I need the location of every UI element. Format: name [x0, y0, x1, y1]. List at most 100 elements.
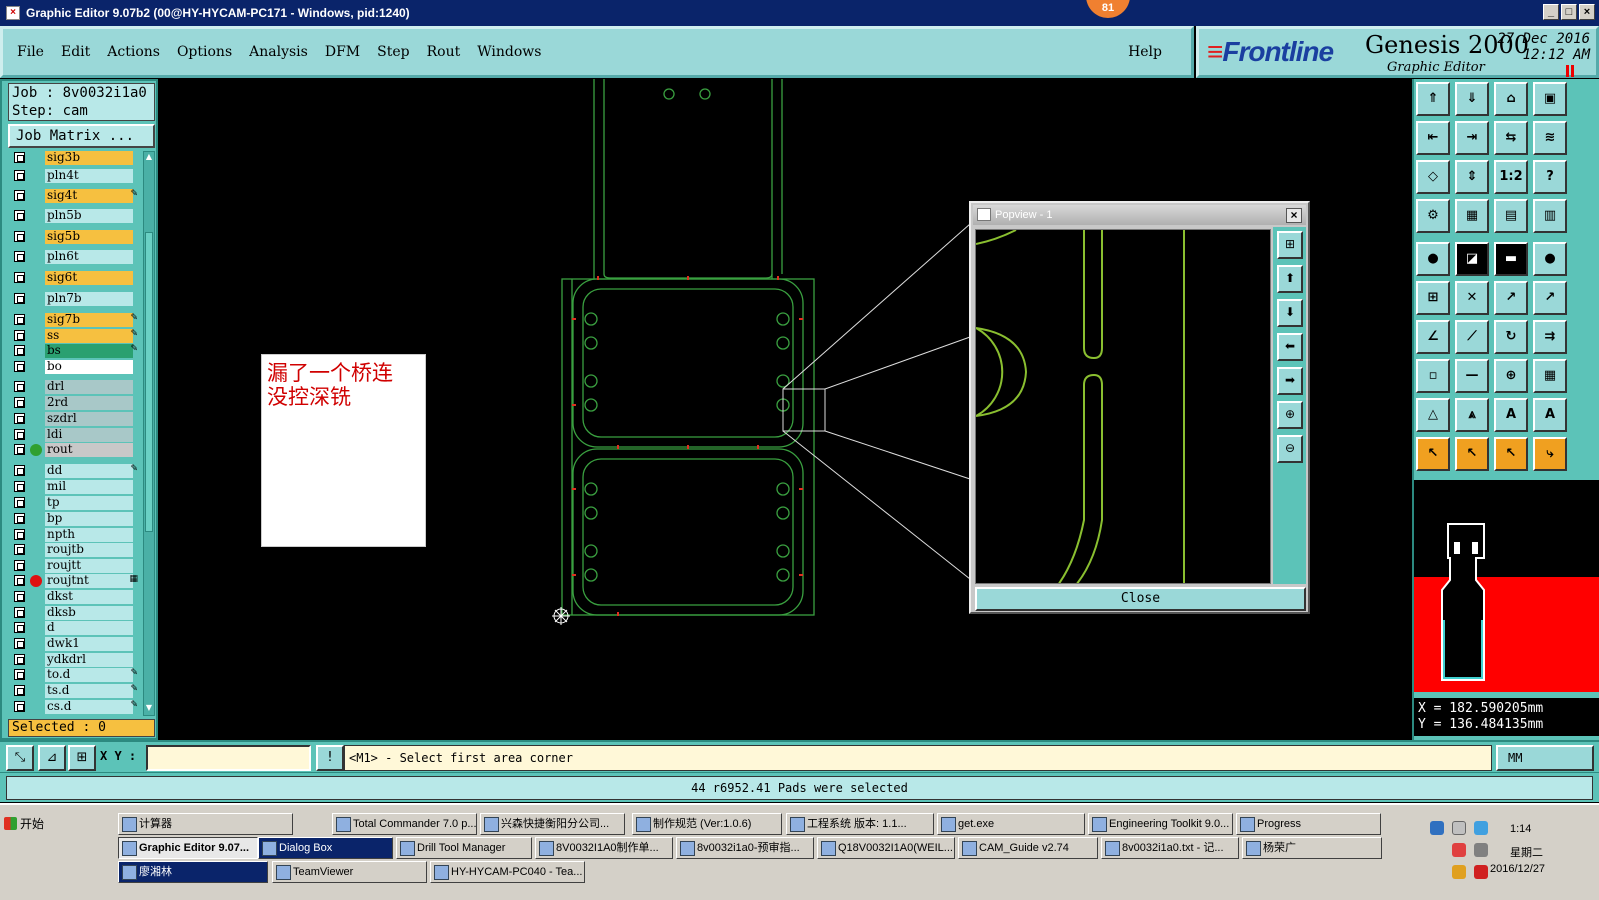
taskbar-button-row2-2[interactable]: Drill Tool Manager [396, 837, 532, 859]
pad-icon[interactable]: ● [1416, 242, 1450, 276]
layer-checkbox[interactable] [14, 314, 25, 325]
layer-row-rout[interactable]: rout [8, 443, 140, 457]
maximize-button[interactable]: □ [1561, 4, 1577, 20]
layer-row-d[interactable]: d [8, 621, 140, 635]
layer-row-2rd[interactable]: 2rd [8, 396, 140, 410]
scroll-up-icon[interactable]: ▲ [144, 152, 154, 164]
layer-row-pln7b[interactable]: pln7b [8, 292, 140, 306]
angle-icon[interactable]: ∠ [1416, 320, 1450, 354]
window-view-icon[interactable]: ▣ [1533, 82, 1567, 116]
layer-name[interactable]: dksb [45, 606, 133, 620]
layer-row-szdrl[interactable]: szdrl [8, 412, 140, 426]
cluster-icon[interactable]: ▦ [1533, 359, 1567, 393]
notification-badge[interactable]: 81 [1086, 0, 1130, 18]
layer-name[interactable]: rout [45, 443, 133, 457]
anchor-icon[interactable]: ⊕ [1494, 359, 1528, 393]
layer-row-bo[interactable]: bo [8, 360, 140, 374]
layer-checkbox[interactable] [14, 465, 25, 476]
grid-toggle-icon[interactable]: ▦ [1455, 199, 1489, 233]
mirror-icon[interactable]: ⇉ [1533, 320, 1567, 354]
tray-window-icon[interactable] [1452, 821, 1466, 835]
layer-name[interactable]: roujtb [45, 543, 133, 557]
layer-row-ts.d[interactable]: ts.d ✎ [8, 684, 140, 698]
menu-help[interactable]: Help [1128, 44, 1162, 60]
layer-name[interactable]: bs [45, 344, 133, 358]
layer-name[interactable]: pln6t [45, 250, 133, 264]
menu-dfm[interactable]: DFM [325, 44, 360, 60]
layer-name[interactable]: dwk1 [45, 637, 133, 651]
layer-row-roujtb[interactable]: roujtb [8, 543, 140, 557]
minimize-button[interactable]: _ [1543, 4, 1559, 20]
taskbar-button-row2-6[interactable]: CAM_Guide v2.74 [958, 837, 1098, 859]
taskbar-button-row1-5[interactable]: get.exe [937, 813, 1085, 835]
tray-volume-icon[interactable] [1474, 843, 1488, 857]
layer-checkbox[interactable] [14, 701, 25, 712]
layer-checkbox[interactable] [14, 513, 25, 524]
layer-row-roujtt[interactable]: roujtt [8, 559, 140, 573]
layer-checkbox[interactable] [14, 413, 25, 424]
dot-icon[interactable]: ● [1533, 242, 1567, 276]
layer-name[interactable]: drl [45, 380, 133, 394]
layer-checkbox[interactable] [14, 231, 25, 242]
menu-rout[interactable]: Rout [427, 44, 461, 60]
taskbar-button-row2-1[interactable]: Dialog Box [258, 837, 393, 859]
layer-checkbox[interactable] [14, 251, 25, 262]
layer-checkbox[interactable] [14, 210, 25, 221]
layer-checkbox[interactable] [14, 560, 25, 571]
layer-name[interactable]: ss [45, 329, 133, 343]
layer-name[interactable]: dd [45, 464, 133, 478]
layer-checkbox[interactable] [14, 497, 25, 508]
route-icon[interactable]: ⤷ [1533, 437, 1567, 471]
taskbar-button-row2-3[interactable]: 8V0032I1A0制作单... [535, 837, 673, 859]
taskbar-button-row1-1[interactable]: Total Commander 7.0 p... [332, 813, 477, 835]
layer-row-to.d[interactable]: to.d ✎ [8, 668, 140, 682]
taskbar-button-row2-4[interactable]: 8v0032i1a0-预审指... [676, 837, 814, 859]
layer-row-sig4t[interactable]: sig4t ✎ [8, 189, 140, 203]
connect-icon[interactable]: ⊞ [1416, 281, 1450, 315]
taskbar-button-row1-0[interactable]: 计算器 [118, 813, 293, 835]
layer-checkbox[interactable] [14, 544, 25, 555]
text-a-icon[interactable]: A [1494, 398, 1528, 432]
layer-b-icon[interactable]: ▥ [1533, 199, 1567, 233]
layer-row-dd[interactable]: dd ✎ [8, 464, 140, 478]
layer-checkbox[interactable] [14, 381, 25, 392]
popview-pan-left-icon[interactable]: ⬅ [1277, 333, 1303, 361]
taskbar-button-row2-7[interactable]: 8v0032i1a0.txt - 记... [1101, 837, 1239, 859]
pan-left-icon[interactable]: ⇤ [1416, 121, 1450, 155]
layer-name[interactable]: cs.d [45, 700, 133, 714]
layer-checkbox[interactable] [14, 170, 25, 181]
layer-checkbox[interactable] [14, 345, 25, 356]
triangle-icon[interactable]: △ [1416, 398, 1450, 432]
layer-checkbox[interactable] [14, 638, 25, 649]
dash-icon[interactable]: — [1455, 359, 1489, 393]
select-icon[interactable]: ↖ [1416, 437, 1450, 471]
layer-scrollbar[interactable]: ▲ ▼ [143, 151, 155, 716]
close-window-button[interactable]: × [1579, 4, 1595, 20]
feature-icon[interactable]: ◪ [1455, 242, 1489, 276]
select-in-icon[interactable]: ↖ [1455, 437, 1489, 471]
layer-checkbox[interactable] [14, 397, 25, 408]
taskbar-button-row1-4[interactable]: 工程系统 版本: 1.1... [786, 813, 934, 835]
settings-icon[interactable]: ⚙ [1416, 199, 1450, 233]
layer-row-cs.d[interactable]: cs.d ✎ [8, 700, 140, 714]
layer-row-npth[interactable]: npth [8, 528, 140, 542]
layer-name[interactable]: sig5b [45, 230, 133, 244]
layer-row-roujtnt[interactable]: roujtnt ▦ [8, 574, 140, 588]
popview-pan-down-icon[interactable]: ⬇ [1277, 299, 1303, 327]
menu-windows[interactable]: Windows [477, 44, 541, 60]
scroll-thumb[interactable] [145, 232, 153, 532]
layer-checkbox[interactable] [14, 654, 25, 665]
zoom-home-icon[interactable]: ⇑ [1416, 82, 1450, 116]
taskbar-button-row3-2[interactable]: HY-HYCAM-PC040 - Tea... [430, 861, 585, 883]
tray-alert-icon[interactable] [1452, 865, 1466, 879]
layer-checkbox[interactable] [14, 591, 25, 602]
scroll-down-icon[interactable]: ▼ [144, 703, 154, 715]
taskbar-button-row2-8[interactable]: 杨荣广 [1242, 837, 1382, 859]
layer-checkbox[interactable] [14, 685, 25, 696]
layer-row-pln5b[interactable]: pln5b [8, 209, 140, 223]
taskbar-button-row1-7[interactable]: Progress [1236, 813, 1381, 835]
taskbar-button-row1-6[interactable]: Engineering Toolkit 9.0... [1088, 813, 1233, 835]
taskbar-button-row3-0[interactable]: 廖湘林 [118, 861, 268, 883]
layer-checkbox[interactable] [14, 152, 25, 163]
layer-row-pln6t[interactable]: pln6t [8, 250, 140, 264]
